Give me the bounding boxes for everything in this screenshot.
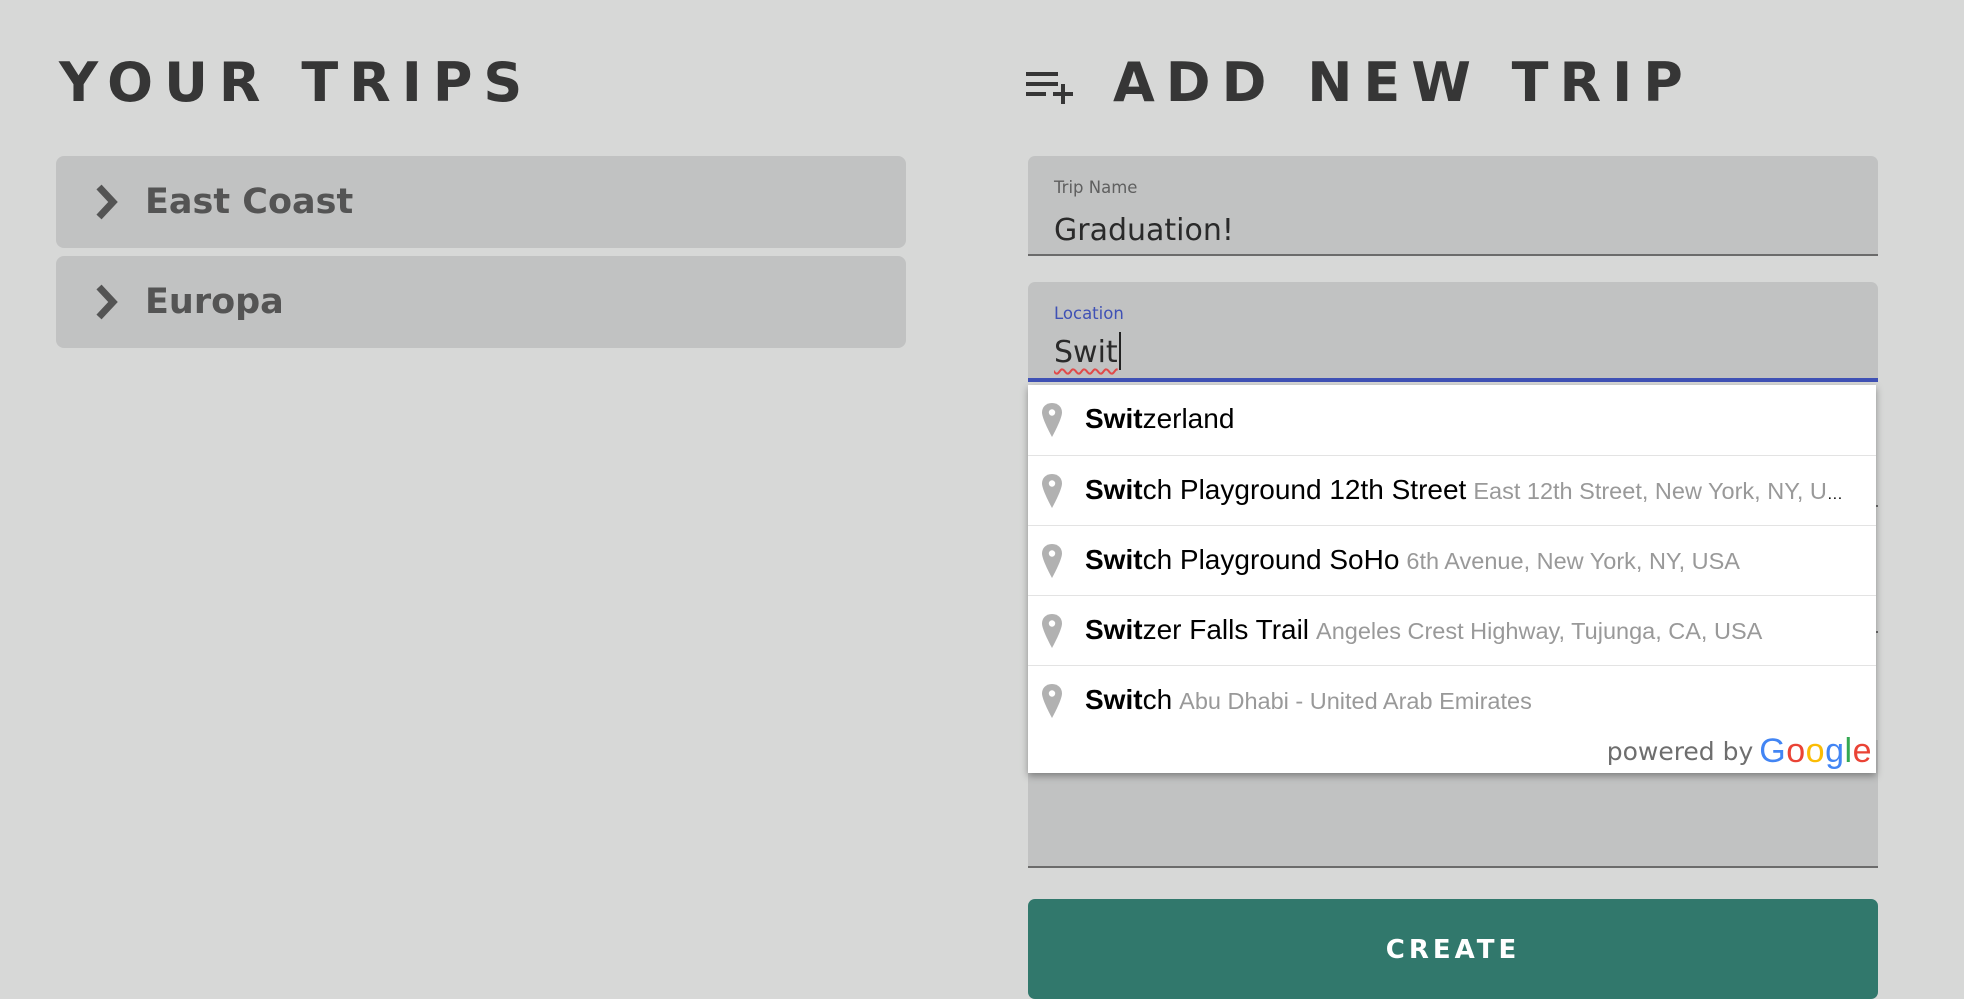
trip-item-label: Europa [145, 282, 284, 322]
suggestion-rest: ch [1142, 684, 1173, 715]
suggestion-match: Swit [1085, 614, 1143, 645]
suggestion-rest: zerland [1142, 403, 1235, 434]
trip-name-input[interactable] [1054, 208, 1834, 252]
suggestion-rest: ch Playground 12th Street [1142, 474, 1467, 505]
google-logo: Google [1759, 732, 1872, 770]
chevron-right-icon [96, 184, 118, 220]
suggestion-rest: ch Playground SoHo [1142, 544, 1400, 575]
google-logo-letter: o [1786, 732, 1806, 770]
trip-item-label: East Coast [145, 182, 354, 222]
field-underline-tick [1876, 631, 1878, 633]
add-trip-title: ADD NEW TRIP [1113, 51, 1694, 114]
google-logo-letter: G [1759, 732, 1787, 770]
location-label: Location [1054, 304, 1124, 323]
suggestion-secondary: 6th Avenue, New York, NY, USA [1406, 548, 1740, 574]
suggestion-item[interactable]: Switzerland [1028, 385, 1876, 455]
map-pin-icon [1042, 474, 1062, 508]
suggestion-match: Swit [1085, 684, 1143, 715]
trip-item-europa[interactable]: Europa [56, 256, 906, 348]
suggestion-item[interactable]: Switch Playground 12th Street East 12th S… [1028, 455, 1876, 525]
suggestion-item[interactable]: Switzer Falls Trail Angeles Crest Highway… [1028, 595, 1876, 665]
map-pin-icon [1042, 544, 1062, 578]
suggestion-secondary: Angeles Crest Highway, Tujunga, CA, USA [1316, 618, 1763, 644]
map-pin-icon [1042, 403, 1062, 437]
google-logo-letter: l [1844, 732, 1853, 770]
powered-by-google: powered by Google [1607, 733, 1872, 769]
suggestion-secondary: Abu Dhabi - United Arab Emirates [1179, 688, 1532, 714]
location-field[interactable]: Location Swit [1028, 282, 1878, 382]
map-pin-icon [1042, 684, 1062, 718]
your-trips-title: YOUR TRIPS [59, 51, 534, 114]
google-logo-letter: o [1805, 732, 1826, 770]
map-pin-icon [1042, 614, 1062, 648]
suggestion-secondary: East 12th Street, New York, NY, USA [1473, 478, 1858, 504]
create-button-label: CREATE [1385, 935, 1521, 965]
suggestion-item[interactable]: Switch Playground SoHo 6th Avenue, New Yo… [1028, 525, 1876, 595]
chevron-right-icon [96, 284, 118, 320]
google-logo-letter: g [1825, 732, 1845, 770]
powered-by-text: powered by [1606, 737, 1754, 766]
text-caret [1118, 332, 1121, 370]
suggestion-rest: zer Falls Trail [1142, 614, 1310, 645]
trip-name-label: Trip Name [1054, 178, 1138, 197]
create-button[interactable]: CREATE [1028, 899, 1878, 999]
location-autocomplete-dropdown: Switzerland Switch Playground 12th Stree… [1028, 385, 1876, 773]
playlist-add-icon [1026, 72, 1073, 104]
trip-name-field[interactable]: Trip Name [1028, 156, 1878, 256]
google-logo-letter: e [1852, 732, 1872, 770]
suggestion-match: Swit [1085, 403, 1143, 434]
suggestion-match: Swit [1085, 474, 1143, 505]
suggestion-item[interactable]: Switch Abu Dhabi - United Arab Emirates [1028, 665, 1876, 735]
field-underline-tick [1876, 505, 1878, 507]
location-input-text: Swit [1054, 335, 1118, 370]
trip-item-east-coast[interactable]: East Coast [56, 156, 906, 248]
suggestion-match: Swit [1085, 544, 1143, 575]
location-input[interactable]: Swit [1054, 330, 1121, 376]
